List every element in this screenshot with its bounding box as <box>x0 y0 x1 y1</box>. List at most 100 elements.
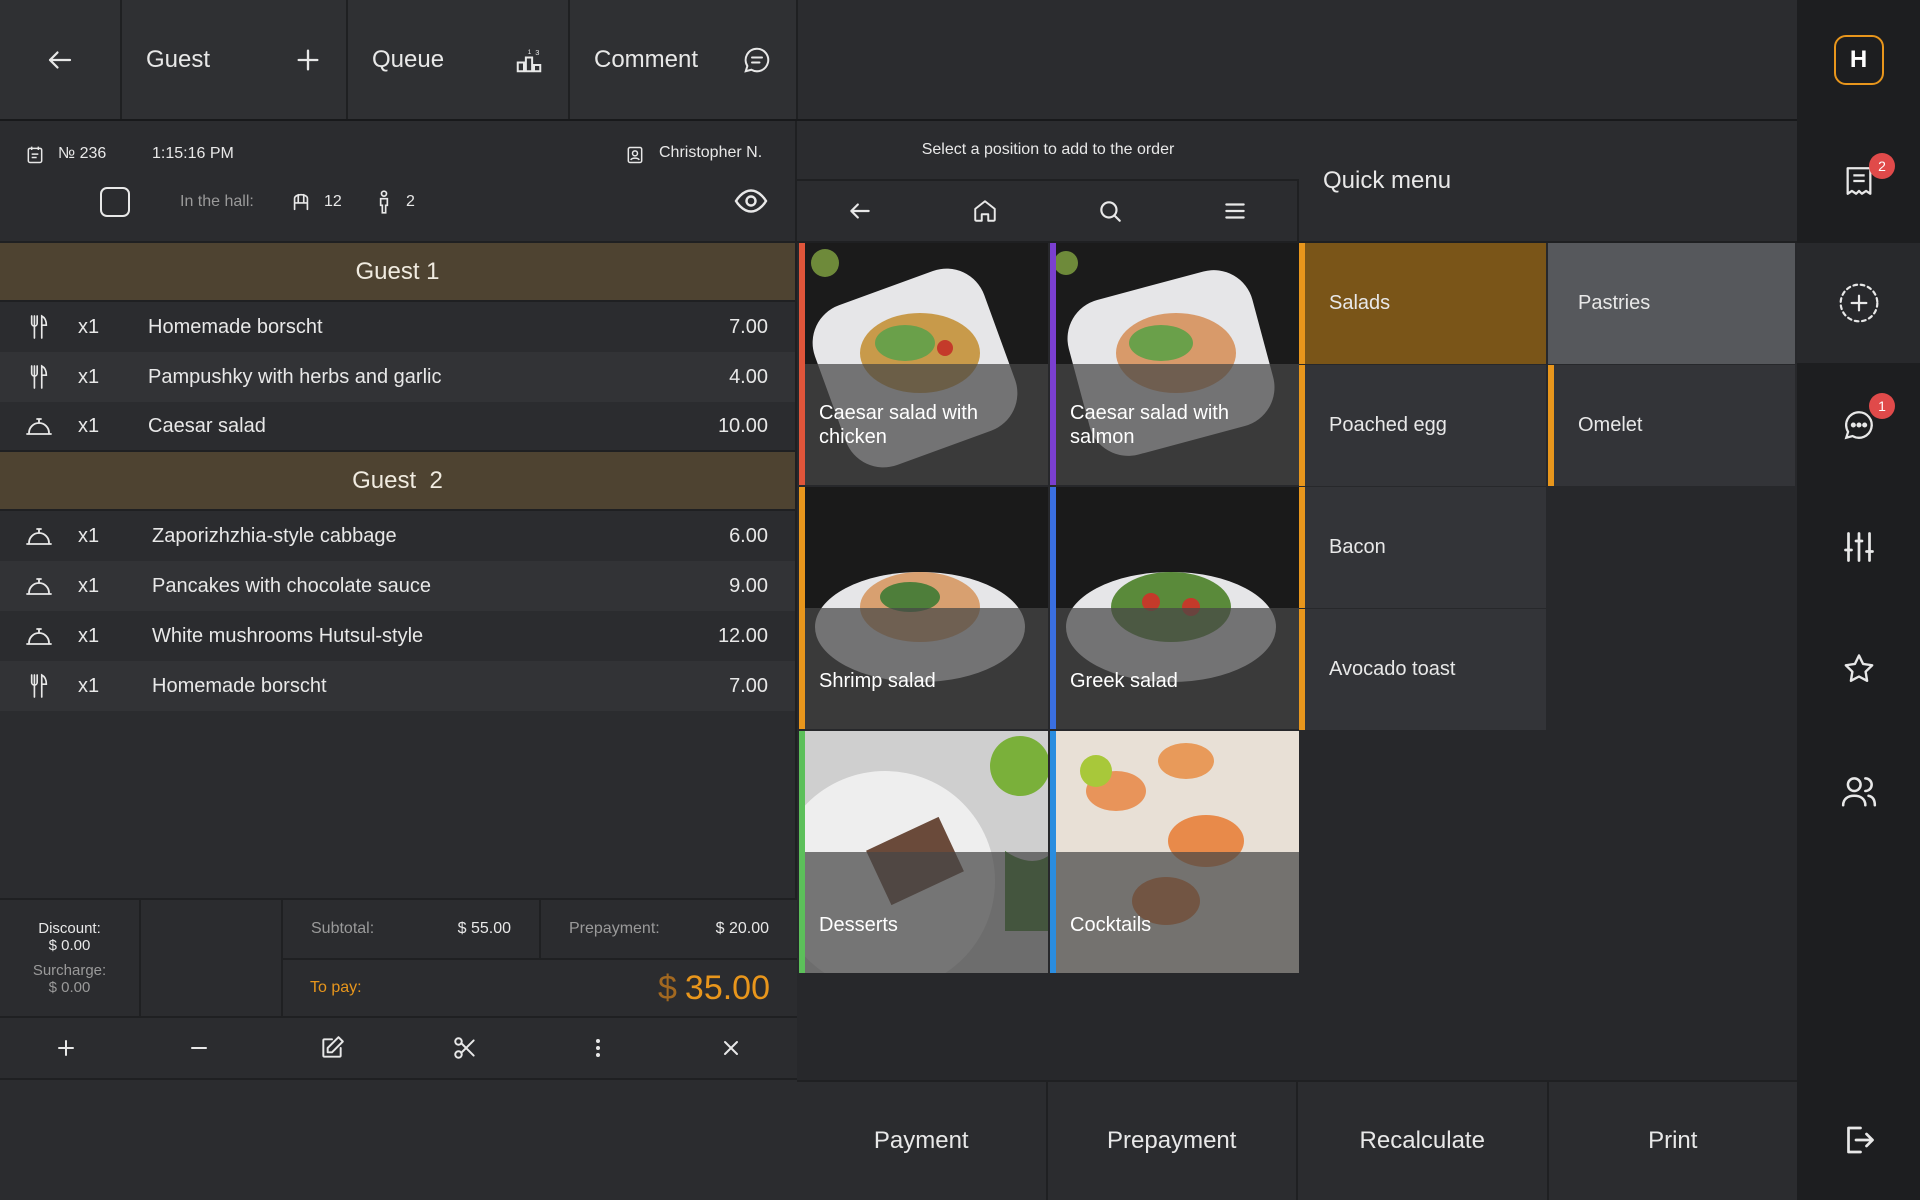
cloche-icon <box>0 575 78 597</box>
decrease-qty-button[interactable] <box>133 1018 266 1078</box>
order-totals: Discount: $ 0.00 Surcharge: $ 0.00 Subto… <box>0 898 797 1018</box>
users-icon <box>1841 777 1876 807</box>
order-item-row[interactable]: x1 Pancakes with chocolate sauce 9.00 <box>0 561 795 611</box>
prepayment: Prepayment: $ 20.00 <box>541 900 797 958</box>
recalculate-button[interactable]: Recalculate <box>1298 1082 1549 1200</box>
menu-tile-caesar-chicken[interactable]: Caesar salad with chicken <box>799 243 1048 485</box>
plus-icon <box>58 1040 75 1056</box>
order-item-row[interactable]: x1 Homemade borscht 7.00 <box>0 302 795 352</box>
scissors-icon <box>454 1037 475 1059</box>
totals-summary: Subtotal: $ 55.00 Prepayment: $ 20.00 To… <box>283 900 797 1016</box>
guest-1-header[interactable]: Guest 1 <box>0 243 795 302</box>
item-name: Homemade borscht <box>148 315 323 338</box>
clipboard-icon <box>27 146 43 164</box>
menu-icon <box>1224 203 1245 219</box>
comment-button[interactable]: Comment <box>570 0 798 119</box>
remove-item-button[interactable] <box>664 1018 797 1078</box>
subtotal: Subtotal: $ 55.00 <box>283 900 541 958</box>
quick-menu: Salads Pastries Poached egg Omelet Bacon… <box>1299 243 1797 1080</box>
sidebar-orders[interactable]: 2 <box>1797 121 1920 241</box>
prepayment-button[interactable]: Prepayment <box>1048 1082 1298 1200</box>
order-item-row[interactable]: x1 Homemade borscht 7.00 <box>0 661 795 711</box>
item-name: Pancakes with chocolate sauce <box>152 574 432 597</box>
split-item-button[interactable] <box>398 1018 531 1078</box>
menu-back-button[interactable] <box>797 181 922 241</box>
menu-home-button[interactable] <box>922 181 1047 241</box>
svg-text:3: 3 <box>535 48 539 57</box>
menu-nav <box>797 181 1299 243</box>
select-order-checkbox[interactable] <box>100 187 130 217</box>
quick-item-omelet[interactable]: Omelet <box>1548 365 1795 486</box>
quick-item-label: Poached egg <box>1329 414 1447 436</box>
payment-button[interactable]: Payment <box>797 1082 1048 1200</box>
guest-label: Guest <box>146 45 211 73</box>
sidebar-guests[interactable] <box>1797 731 1920 851</box>
quick-menu-header: Quick menu <box>1299 121 1797 243</box>
menu-tile-greek-salad[interactable]: Greek salad <box>1050 487 1299 729</box>
minus-icon <box>191 1047 208 1049</box>
quick-item-salads[interactable]: Salads <box>1299 243 1546 364</box>
sidebar-favorites[interactable] <box>1797 609 1920 729</box>
item-price: 10.00 <box>717 414 768 437</box>
back-button[interactable] <box>0 0 122 119</box>
guest-2-title: Guest 2 <box>352 466 443 494</box>
menu-tile-cocktails[interactable]: Cocktails <box>1050 731 1299 973</box>
quick-item-label: Avocado toast <box>1329 658 1456 680</box>
messages-badge: 1 <box>1869 393 1895 419</box>
logout-icon <box>1846 1126 1874 1154</box>
edit-item-button[interactable] <box>266 1018 399 1078</box>
queue-button[interactable]: Queue 31 <box>348 0 570 119</box>
order-item-row[interactable]: x1 White mushrooms Hutsul-style 12.00 <box>0 611 795 661</box>
guest-2-header[interactable]: Guest 2 <box>0 452 795 511</box>
order-item-row[interactable]: x1 Pampushky with herbs and garlic 4.00 <box>0 352 795 402</box>
subtotal-value: $ 55.00 <box>457 920 511 937</box>
fork-knife-icon <box>0 673 78 699</box>
print-button[interactable]: Print <box>1549 1082 1798 1200</box>
quick-item-avocado-toast[interactable]: Avocado toast <box>1299 609 1546 730</box>
menu-hint-text: Select a position to add to the order <box>921 141 1175 158</box>
add-guest-button[interactable]: Guest <box>122 0 348 119</box>
close-icon <box>723 1041 738 1055</box>
quick-item-bacon[interactable]: Bacon <box>1299 487 1546 608</box>
item-qty: x1 <box>78 624 100 647</box>
sidebar-new-order[interactable] <box>1797 243 1920 363</box>
menu-tile-caesar-salmon[interactable]: Caesar salad with salmon <box>1050 243 1299 485</box>
quick-item-label: Omelet <box>1578 414 1643 436</box>
discount-label: Discount: <box>38 920 101 937</box>
menu-tile-shrimp-salad[interactable]: Shrimp salad <box>799 487 1048 729</box>
order-item-row[interactable]: x1 Zaporizhzhia-style cabbage 6.00 <box>0 511 795 561</box>
sidebar-messages[interactable]: 1 <box>1797 365 1920 485</box>
search-icon <box>1099 201 1121 222</box>
order-item-row[interactable]: x1 Caesar salad 10.00 <box>0 402 795 452</box>
to-pay-currency: $ <box>657 968 677 1007</box>
eye-icon[interactable] <box>733 183 769 219</box>
comment-label: Comment <box>594 45 699 73</box>
right-sidebar: H 2 1 <box>1797 0 1920 1200</box>
waiter-name: Christopher N. <box>659 144 763 161</box>
more-options-button[interactable] <box>531 1018 664 1078</box>
order-number: № 236 <box>58 145 107 162</box>
cloche-icon <box>0 625 78 647</box>
tile-caption: Greek salad <box>1056 608 1299 729</box>
tile-caption: Shrimp salad <box>805 608 1048 729</box>
person-count: 2 <box>406 193 415 210</box>
quick-item-pastries[interactable]: Pastries <box>1548 243 1795 364</box>
increase-qty-button[interactable] <box>0 1018 133 1078</box>
discount-surcharge[interactable]: Discount: $ 0.00 Surcharge: $ 0.00 <box>0 900 141 1016</box>
order-actions <box>0 1018 797 1080</box>
item-price: 4.00 <box>729 365 768 388</box>
guest-1-title: Guest 1 <box>355 257 440 285</box>
sidebar-logout[interactable] <box>1797 1080 1920 1200</box>
tile-caption: Caesar salad with salmon <box>1056 364 1299 485</box>
fork-knife-icon <box>0 364 78 390</box>
logo-button[interactable]: H <box>1797 0 1920 120</box>
quick-item-poached-egg[interactable]: Poached egg <box>1299 365 1546 486</box>
waiter-badge-icon <box>627 146 643 164</box>
menu-tile-desserts[interactable]: Desserts <box>799 731 1048 973</box>
menu-list-button[interactable] <box>1172 181 1297 241</box>
menu-search-button[interactable] <box>1047 181 1172 241</box>
sidebar-settings[interactable] <box>1797 487 1920 607</box>
item-qty: x1 <box>78 414 100 437</box>
top-bar: Guest Queue 31 Comment <box>0 0 1797 121</box>
prepayment-value: $ 20.00 <box>715 920 769 937</box>
